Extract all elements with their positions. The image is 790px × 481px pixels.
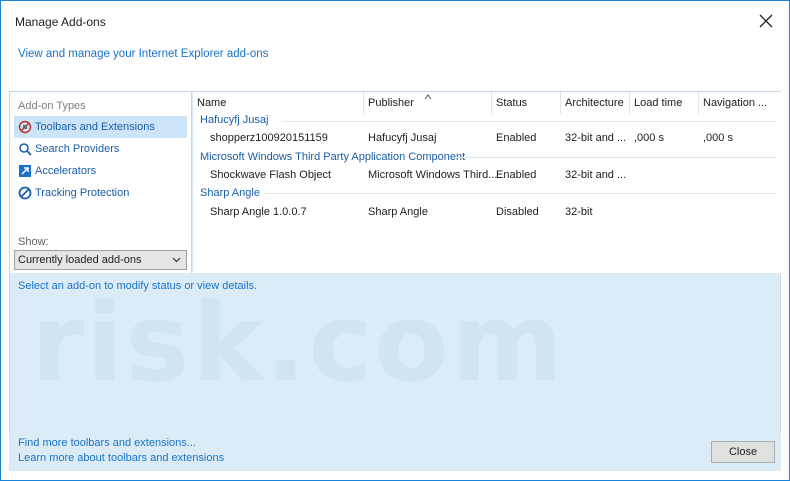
cell-architecture: 32-bit and ... [565, 169, 627, 181]
cell-name: Shockwave Flash Object [210, 169, 332, 181]
chevron-down-icon [172, 255, 181, 267]
status-message: Select an add-on to modify status or vie… [18, 280, 258, 292]
cell-publisher: Microsoft Windows Third... [368, 169, 498, 181]
cell-status: Enabled [496, 132, 537, 144]
addon-types-pane: Add-on Types Toolbars and Extensions Sea… [10, 92, 192, 273]
cell-architecture: 32-bit and ... [565, 132, 627, 144]
sidebar-item-tracking-protection[interactable]: Tracking Protection [14, 182, 187, 204]
cell-status: Disabled [496, 206, 539, 218]
group-divider [283, 121, 777, 122]
column-header-navigation[interactable]: Navigation ... [699, 92, 781, 114]
cell-load-time: ,000 s [634, 132, 664, 144]
dialog-subtitle: View and manage your Internet Explorer a… [18, 48, 269, 60]
title-bar: Manage Add-ons [1, 1, 789, 39]
manage-addons-dialog: Manage Add-ons View and manage your Inte… [0, 0, 790, 481]
sidebar-item-accelerators[interactable]: Accelerators [14, 160, 187, 182]
cell-name: shopperz100920151159 [210, 132, 328, 144]
cell-name: Sharp Angle 1.0.0.7 [210, 206, 307, 218]
sidebar-item-label: Search Providers [35, 143, 120, 155]
column-header-architecture[interactable]: Architecture [561, 92, 630, 114]
no-entry-icon [17, 186, 32, 201]
group-header: Sharp Angle [200, 187, 260, 199]
sidebar-item-label: Accelerators [35, 165, 97, 177]
sidebar-item-search-providers[interactable]: Search Providers [14, 138, 187, 160]
group-divider [265, 193, 777, 194]
sidebar-item-toolbars-extensions[interactable]: Toolbars and Extensions [14, 116, 187, 138]
column-header-name[interactable]: Name [193, 92, 364, 114]
dialog-title: Manage Add-ons [15, 15, 106, 29]
header-band: View and manage your Internet Explorer a… [9, 39, 781, 91]
close-button[interactable]: Close [711, 441, 775, 463]
group-header: Hafucyfj Jusaj [200, 114, 269, 126]
close-icon[interactable] [751, 7, 781, 35]
group-header: Microsoft Windows Third Party Applicatio… [200, 151, 466, 163]
main-content: Add-on Types Toolbars and Extensions Sea… [9, 91, 781, 463]
cell-navigation: ,000 s [703, 132, 733, 144]
cell-publisher: Sharp Angle [368, 206, 428, 218]
show-label: Show: [18, 236, 49, 248]
addon-types-heading: Add-on Types [18, 100, 86, 112]
sidebar-item-label: Toolbars and Extensions [35, 121, 155, 133]
search-icon [17, 142, 32, 157]
accelerator-icon [17, 164, 32, 179]
sidebar-item-label: Tracking Protection [35, 187, 130, 199]
addon-list: Name Publisher Status Architecture Load … [193, 92, 781, 273]
toolbar-extension-icon [17, 120, 32, 135]
show-dropdown-value: Currently loaded add-ons [18, 254, 142, 266]
column-header-status[interactable]: Status [492, 92, 561, 114]
cell-publisher: Hafucyfj Jusaj [368, 132, 437, 144]
sort-up-icon [424, 93, 432, 102]
cell-architecture: 32-bit [565, 206, 593, 218]
cell-status: Enabled [496, 169, 537, 181]
find-more-link[interactable]: Find more toolbars and extensions... [18, 437, 196, 449]
learn-more-link[interactable]: Learn more about toolbars and extensions [18, 452, 224, 464]
show-dropdown[interactable]: Currently loaded add-ons [14, 250, 187, 270]
group-divider [455, 157, 777, 158]
column-header-load-time[interactable]: Load time [630, 92, 699, 114]
